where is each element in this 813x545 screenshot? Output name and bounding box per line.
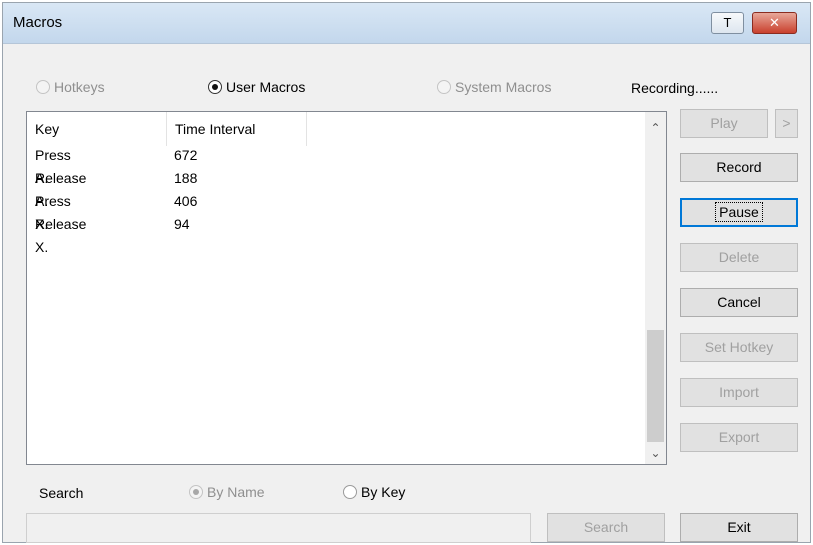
export-button[interactable]: Export bbox=[680, 423, 798, 452]
close-button[interactable]: ✕ bbox=[752, 12, 797, 34]
radio-circle-icon bbox=[36, 80, 50, 94]
radio-selected-icon bbox=[189, 485, 203, 499]
macro-event-list[interactable]: Key Time Interval Press A. 672 Release A… bbox=[26, 111, 667, 465]
row-time-interval: 94 bbox=[174, 216, 190, 232]
pause-button-label: Pause bbox=[715, 202, 763, 222]
radio-circle-icon bbox=[343, 485, 357, 499]
hotkeys-radio-label: Hotkeys bbox=[54, 79, 105, 95]
window-title: Macros bbox=[13, 14, 63, 31]
by-key-radio-label: By Key bbox=[361, 484, 406, 500]
row-time-interval: 672 bbox=[174, 147, 198, 163]
by-key-radio[interactable]: By Key bbox=[343, 484, 405, 500]
search-button[interactable]: Search bbox=[547, 513, 665, 542]
record-button[interactable]: Record bbox=[680, 153, 798, 182]
cancel-button[interactable]: Cancel bbox=[680, 288, 798, 317]
system-macros-radio-label: System Macros bbox=[455, 79, 552, 95]
delete-button[interactable]: Delete bbox=[680, 243, 798, 272]
search-input[interactable] bbox=[26, 513, 531, 543]
always-on-top-button[interactable]: T bbox=[711, 12, 744, 34]
scrollbar-thumb[interactable] bbox=[647, 330, 664, 442]
set-hotkey-button[interactable]: Set Hotkey bbox=[680, 333, 798, 362]
row-time-interval: 188 bbox=[174, 170, 198, 186]
scroll-up-arrow-icon[interactable]: ⌃ bbox=[645, 118, 666, 139]
user-macros-radio-label: User Macros bbox=[226, 79, 306, 95]
by-name-radio-label: By Name bbox=[207, 484, 265, 500]
user-macros-radio[interactable]: User Macros bbox=[208, 79, 305, 95]
pause-button[interactable]: Pause bbox=[680, 198, 798, 227]
play-button[interactable]: Play bbox=[680, 109, 768, 138]
row-time-interval: 406 bbox=[174, 193, 198, 209]
system-macros-radio[interactable]: System Macros bbox=[437, 79, 551, 95]
search-label: Search bbox=[39, 485, 84, 501]
column-header-key[interactable]: Key bbox=[27, 112, 167, 146]
by-name-radio[interactable]: By Name bbox=[189, 484, 265, 500]
scroll-down-arrow-icon[interactable]: ⌄ bbox=[645, 443, 666, 464]
hotkeys-radio[interactable]: Hotkeys bbox=[36, 79, 105, 95]
radio-selected-icon bbox=[208, 80, 222, 94]
radio-circle-icon bbox=[437, 80, 451, 94]
column-header-time-interval[interactable]: Time Interval bbox=[167, 112, 307, 146]
title-bar[interactable]: Macros T ✕ bbox=[3, 3, 810, 44]
macros-window: Macros T ✕ Hotkeys User Macros System Ma… bbox=[2, 2, 811, 543]
vertical-scrollbar[interactable]: ⌃ ⌄ bbox=[645, 112, 666, 464]
recording-status: Recording...... bbox=[631, 80, 719, 96]
exit-button[interactable]: Exit bbox=[680, 513, 798, 542]
play-options-button[interactable]: > bbox=[775, 109, 798, 138]
import-button[interactable]: Import bbox=[680, 378, 798, 407]
row-key: Release X. bbox=[35, 216, 87, 255]
